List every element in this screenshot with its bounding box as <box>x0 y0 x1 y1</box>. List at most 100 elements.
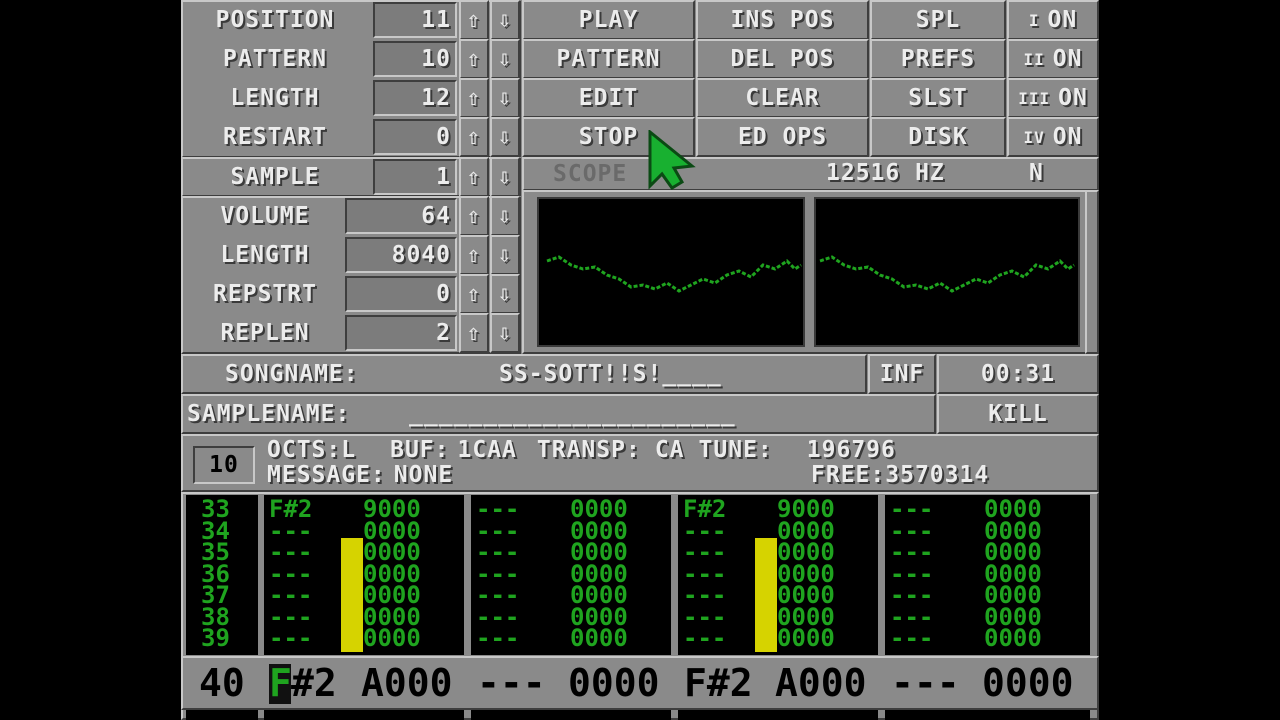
ed-ops-button[interactable]: ED OPS <box>696 117 869 157</box>
sample-length-label: LENGTH <box>220 242 310 268</box>
free-value: 3570314 <box>885 462 990 488</box>
ins-pos-button[interactable]: INS POS <box>696 0 869 40</box>
track-cell-effect[interactable]: 0000 <box>777 626 835 650</box>
tune-value: 196796 <box>806 437 896 463</box>
restart-label: RESTART <box>223 124 327 150</box>
current-cell-3-effect: A000 <box>775 661 867 705</box>
position-up-button[interactable]: ⇧ <box>459 0 489 40</box>
buf-label: BUF: <box>390 437 450 463</box>
songname-label: SONGNAME: <box>225 361 359 387</box>
songname-field[interactable]: SS-SOTT!!S!____ <box>499 356 722 392</box>
track-cell-effect[interactable]: 0000 <box>570 626 628 650</box>
channel-3-number: III <box>1018 88 1051 108</box>
volume-value: 64 <box>345 198 457 234</box>
track-cell-note[interactable]: --- <box>890 626 933 650</box>
current-cell-4-note: --- <box>891 661 960 705</box>
repstrt-up-button[interactable]: ⇧ <box>459 274 489 314</box>
channel-2-toggle[interactable]: II ON <box>1007 39 1099 79</box>
length-up-button[interactable]: ⇧ <box>459 78 489 118</box>
track-cell-effect[interactable]: 0000 <box>984 626 1042 650</box>
track-cell-effect[interactable]: 0000 <box>363 626 421 650</box>
protracker-screen: POSITION 11 ⇧ ⇩ PATTERN 10 ⇧ ⇩ LENGTH 12… <box>181 0 1099 720</box>
slst-button[interactable]: SLST <box>870 78 1006 118</box>
pattern-up-button[interactable]: ⇧ <box>459 39 489 79</box>
sample-up-button[interactable]: ⇧ <box>459 157 489 197</box>
octs-label: OCTS: <box>267 437 342 463</box>
buf-value: 1CAA <box>457 437 517 463</box>
channel-2-state: ON <box>1052 46 1083 72</box>
inf-button[interactable]: INF <box>868 354 936 394</box>
restart-down-button[interactable]: ⇩ <box>490 117 520 157</box>
channel-4-state: ON <box>1052 124 1083 150</box>
spl-button[interactable]: SPL <box>870 0 1006 40</box>
channel-1-number: I <box>1028 10 1040 30</box>
current-cell-3-note: F#2 <box>684 661 753 705</box>
scope-frequency: 12516 HZ <box>826 160 945 186</box>
pattern-value: 10 <box>373 41 457 77</box>
octs-value: L <box>341 437 357 463</box>
free-display: FREE: 3570314 <box>811 462 989 488</box>
position-value: 11 <box>373 2 457 38</box>
next-row-channel-2 <box>471 710 671 720</box>
replen-label: REPLEN <box>220 320 310 346</box>
scope-label[interactable]: SCOPE <box>553 157 627 191</box>
track-cell-note[interactable]: --- <box>269 626 312 650</box>
sample-label: SAMPLE <box>230 164 320 190</box>
free-label: FREE: <box>811 462 886 488</box>
replen-down-button[interactable]: ⇩ <box>490 313 520 353</box>
play-button[interactable]: PLAY <box>522 0 695 40</box>
message-label: MESSAGE: <box>267 462 386 488</box>
row-number: 39 <box>201 624 230 652</box>
message-value: NONE <box>393 462 454 488</box>
scope-left <box>537 197 805 347</box>
channel-1-state: ON <box>1047 7 1078 33</box>
channel-3-toggle[interactable]: III ON <box>1007 78 1099 118</box>
length-down-button[interactable]: ⇩ <box>490 78 520 118</box>
kill-button[interactable]: KILL <box>937 394 1099 434</box>
edit-button[interactable]: EDIT <box>522 78 695 118</box>
channel-2-number: II <box>1023 49 1045 69</box>
scope-right-waveform <box>819 255 1075 293</box>
channel-3-state: ON <box>1058 85 1088 111</box>
channel-4-toggle[interactable]: IV ON <box>1007 117 1099 157</box>
pattern-label: PATTERN <box>223 46 327 72</box>
pattern-down-button[interactable]: ⇩ <box>490 39 520 79</box>
sample-down-button[interactable]: ⇩ <box>490 157 520 197</box>
current-cell-2-note: --- <box>477 661 546 705</box>
channel-3-vu-meter <box>755 538 777 652</box>
sample-length-up-button[interactable]: ⇧ <box>459 235 489 275</box>
channel-1-vu-meter <box>341 538 363 652</box>
position-down-button[interactable]: ⇩ <box>490 0 520 40</box>
current-cell-1-note: #2 <box>291 661 337 705</box>
samplename-label: SAMPLENAME: <box>187 401 351 427</box>
prefs-button[interactable]: PREFS <box>870 39 1006 79</box>
length-label: LENGTH <box>230 85 320 111</box>
current-pattern-box: 10 <box>193 446 255 484</box>
sample-length-down-button[interactable]: ⇩ <box>490 235 520 275</box>
channel-1-toggle[interactable]: I ON <box>1007 0 1099 40</box>
repstrt-down-button[interactable]: ⇩ <box>490 274 520 314</box>
length-value: 12 <box>373 80 457 116</box>
pattern-button[interactable]: PATTERN <box>522 39 695 79</box>
position-label: POSITION <box>215 7 335 33</box>
replen-up-button[interactable]: ⇧ <box>459 313 489 353</box>
volume-up-button[interactable]: ⇧ <box>459 196 489 236</box>
restart-up-button[interactable]: ⇧ <box>459 117 489 157</box>
scope-left-waveform <box>546 255 802 293</box>
del-pos-button[interactable]: DEL POS <box>696 39 869 79</box>
replen-value: 2 <box>345 315 457 351</box>
time-display: 00:31 <box>937 354 1099 394</box>
mouse-pointer-icon <box>648 130 696 190</box>
next-row-numbers <box>186 710 258 720</box>
clear-button[interactable]: CLEAR <box>696 78 869 118</box>
restart-value: 0 <box>373 119 457 155</box>
volume-label: VOLUME <box>220 203 310 229</box>
samplename-field[interactable]: ______________________ <box>409 396 736 432</box>
disk-button[interactable]: DISK <box>870 117 1006 157</box>
volume-down-button[interactable]: ⇩ <box>490 196 520 236</box>
scope-side-strip <box>1085 190 1099 354</box>
track-cell-note[interactable]: --- <box>683 626 726 650</box>
track-cell-note[interactable]: --- <box>476 626 519 650</box>
next-row-channel-3 <box>678 710 878 720</box>
channel-4-number: IV <box>1023 127 1045 147</box>
